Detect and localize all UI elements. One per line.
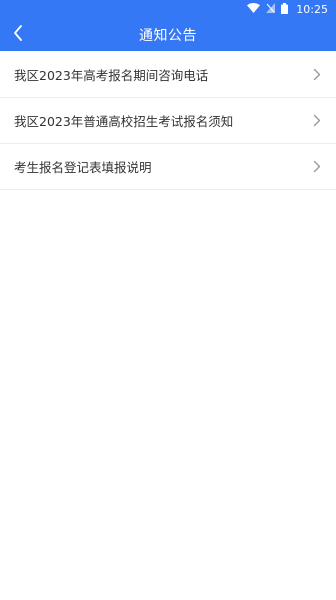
chevron-left-icon: [13, 25, 23, 45]
notice-title: 我区2023年高考报名期间咨询电话: [14, 67, 209, 83]
back-button[interactable]: [8, 19, 28, 51]
notice-title: 考生报名登记表填报说明: [14, 160, 152, 175]
list-item[interactable]: 我区2023年普通高校招生考试报名须知: [0, 98, 336, 144]
battery-icon: [281, 2, 289, 17]
notice-list: 我区2023年高考报名期间咨询电话 我区2023年普通高校招生考试报名须知 考生…: [0, 51, 336, 190]
status-bar: 10:25: [0, 0, 336, 19]
list-item[interactable]: 考生报名登记表填报说明: [0, 144, 336, 190]
app-header: 通知公告: [0, 19, 336, 51]
list-item[interactable]: 我区2023年高考报名期间咨询电话: [0, 51, 336, 98]
notice-title: 我区2023年普通高校招生考试报名须知: [14, 114, 234, 129]
page-title: 通知公告: [139, 28, 197, 44]
chevron-right-icon: [312, 67, 322, 81]
signal-icon: [266, 3, 276, 16]
status-time: 10:25: [296, 3, 328, 16]
wifi-icon: [247, 3, 261, 16]
chevron-right-icon: [312, 114, 322, 128]
chevron-right-icon: [312, 160, 322, 174]
notice-screen: 10:25 通知公告 我区2023年高考报名期间咨询电话 我区2023年普通高校…: [0, 0, 336, 600]
status-icons: 10:25: [247, 2, 328, 17]
